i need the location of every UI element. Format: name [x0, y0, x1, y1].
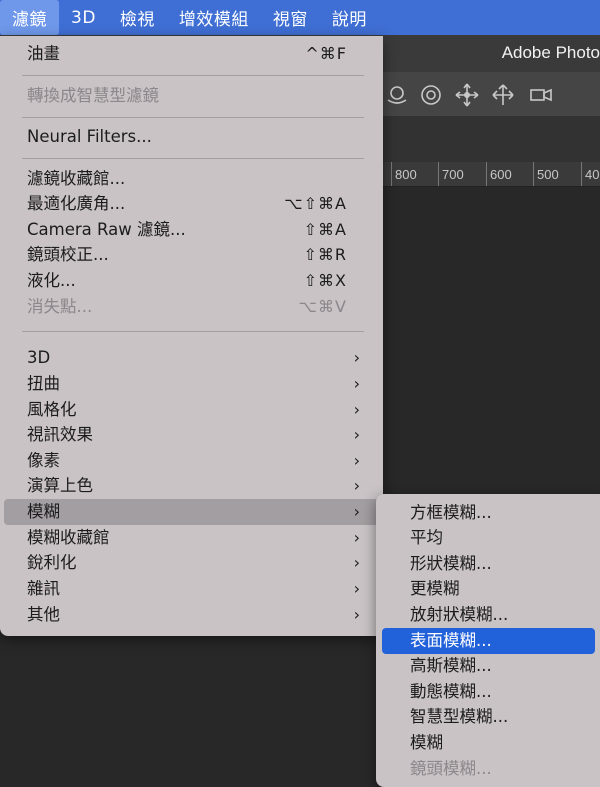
roll-3d-icon[interactable]	[418, 82, 444, 108]
chevron-right-icon: ›	[353, 605, 360, 624]
menu-item-distort[interactable]: 扭曲 ›	[0, 371, 383, 397]
chevron-right-icon: ›	[353, 476, 360, 495]
menu-separator	[22, 331, 364, 332]
shortcut: ^⌘F	[305, 44, 347, 63]
chevron-right-icon: ›	[353, 400, 360, 419]
shortcut: ⌥⇧⌘A	[284, 194, 347, 213]
menu-item-blur[interactable]: 模糊 ›	[4, 499, 379, 525]
menu-bar: 濾鏡 3D 檢視 增效模組 視窗 說明	[0, 0, 600, 35]
submenu-item-lens-blur: 鏡頭模糊...	[410, 759, 492, 778]
submenu-item-box-blur[interactable]: 方框模糊...	[376, 500, 600, 526]
menu-item-camera-raw[interactable]: Camera Raw 濾鏡... ⇧⌘A	[0, 217, 383, 243]
ruler-label: 800	[395, 167, 417, 182]
orbit-3d-icon[interactable]	[384, 82, 410, 108]
submenu-item-shape-blur[interactable]: 形狀模糊...	[376, 551, 600, 577]
menu-item-liquify[interactable]: 液化... ⇧⌘X	[0, 268, 383, 294]
chevron-right-icon: ›	[353, 348, 360, 367]
menu-item-noise[interactable]: 雜訊 ›	[0, 576, 383, 602]
slide-3d-icon[interactable]	[490, 82, 516, 108]
shortcut: ⇧⌘A	[303, 220, 347, 239]
menu-plugins[interactable]: 增效模組	[167, 0, 261, 35]
menu-item-adaptive-wide-angle[interactable]: 最適化廣角... ⌥⇧⌘A	[0, 191, 383, 217]
submenu-item-surface-blur[interactable]: 表面模糊...	[382, 628, 595, 654]
menu-item-sharpen[interactable]: 銳利化 ›	[0, 550, 383, 576]
submenu-item-blur-more[interactable]: 更模糊	[376, 576, 600, 602]
shortcut: ⌥⌘V	[298, 297, 347, 316]
ruler-label: 600	[490, 167, 512, 182]
shortcut: ⇧⌘X	[303, 271, 347, 290]
menu-item-neural-filters[interactable]: Neural Filters...	[0, 124, 383, 150]
menu-separator	[22, 117, 364, 118]
menu-item-oil-paint[interactable]: 油畫 ^⌘F	[0, 41, 383, 67]
menu-item-blur-gallery[interactable]: 模糊收藏館 ›	[0, 525, 383, 551]
menu-filter[interactable]: 濾鏡	[0, 0, 59, 35]
chevron-right-icon: ›	[353, 553, 360, 572]
menu-item-vanishing-point: 消失點... ⌥⌘V	[0, 294, 383, 320]
ruler-label: 40	[585, 167, 600, 182]
app-title: Adobe Photo	[501, 43, 600, 62]
menu-3d[interactable]: 3D	[59, 0, 108, 35]
submenu-item-average[interactable]: 平均	[376, 525, 600, 551]
menu-view[interactable]: 檢視	[108, 0, 167, 35]
menu-separator	[22, 158, 364, 159]
menu-item-video[interactable]: 視訊效果 ›	[0, 422, 383, 448]
chevron-right-icon: ›	[353, 451, 360, 470]
menu-item-convert-smart-filter: 轉換成智慧型濾鏡	[27, 86, 159, 105]
ruler-label: 700	[442, 167, 464, 182]
chevron-right-icon: ›	[353, 502, 360, 521]
menu-item-pixelate[interactable]: 像素 ›	[0, 448, 383, 474]
chevron-right-icon: ›	[353, 374, 360, 393]
submenu-item-smart-blur[interactable]: 智慧型模糊...	[376, 704, 600, 730]
chevron-right-icon: ›	[353, 425, 360, 444]
submenu-item-blur[interactable]: 模糊	[376, 730, 600, 756]
menu-item-other[interactable]: 其他 ›	[0, 602, 383, 628]
menu-window[interactable]: 視窗	[261, 0, 320, 35]
submenu-item-motion-blur[interactable]: 動態模糊...	[376, 679, 600, 705]
menu-item-lens-correction[interactable]: 鏡頭校正... ⇧⌘R	[0, 242, 383, 268]
chevron-right-icon: ›	[353, 579, 360, 598]
submenu-item-gaussian-blur[interactable]: 高斯模糊...	[376, 653, 600, 679]
menu-help[interactable]: 說明	[320, 0, 379, 35]
menu-separator	[22, 75, 364, 76]
menu-item-render[interactable]: 演算上色 ›	[0, 473, 383, 499]
menu-item-3d[interactable]: 3D ›	[0, 345, 383, 371]
filter-menu: 油畫 ^⌘F 轉換成智慧型濾鏡 Neural Filters... 濾鏡收藏館.…	[0, 36, 383, 636]
ruler-label: 500	[537, 167, 559, 182]
submenu-item-radial-blur[interactable]: 放射狀模糊...	[376, 602, 600, 628]
menu-item-stylize[interactable]: 風格化 ›	[0, 397, 383, 423]
shortcut: ⇧⌘R	[303, 245, 347, 264]
pan-3d-icon[interactable]	[454, 82, 480, 108]
blur-submenu: 方框模糊... 平均 形狀模糊... 更模糊 放射狀模糊... 表面模糊... …	[376, 494, 600, 787]
chevron-right-icon: ›	[353, 528, 360, 547]
menu-item-filter-gallery[interactable]: 濾鏡收藏館...	[0, 166, 383, 192]
camera-scale-icon[interactable]	[528, 82, 554, 108]
